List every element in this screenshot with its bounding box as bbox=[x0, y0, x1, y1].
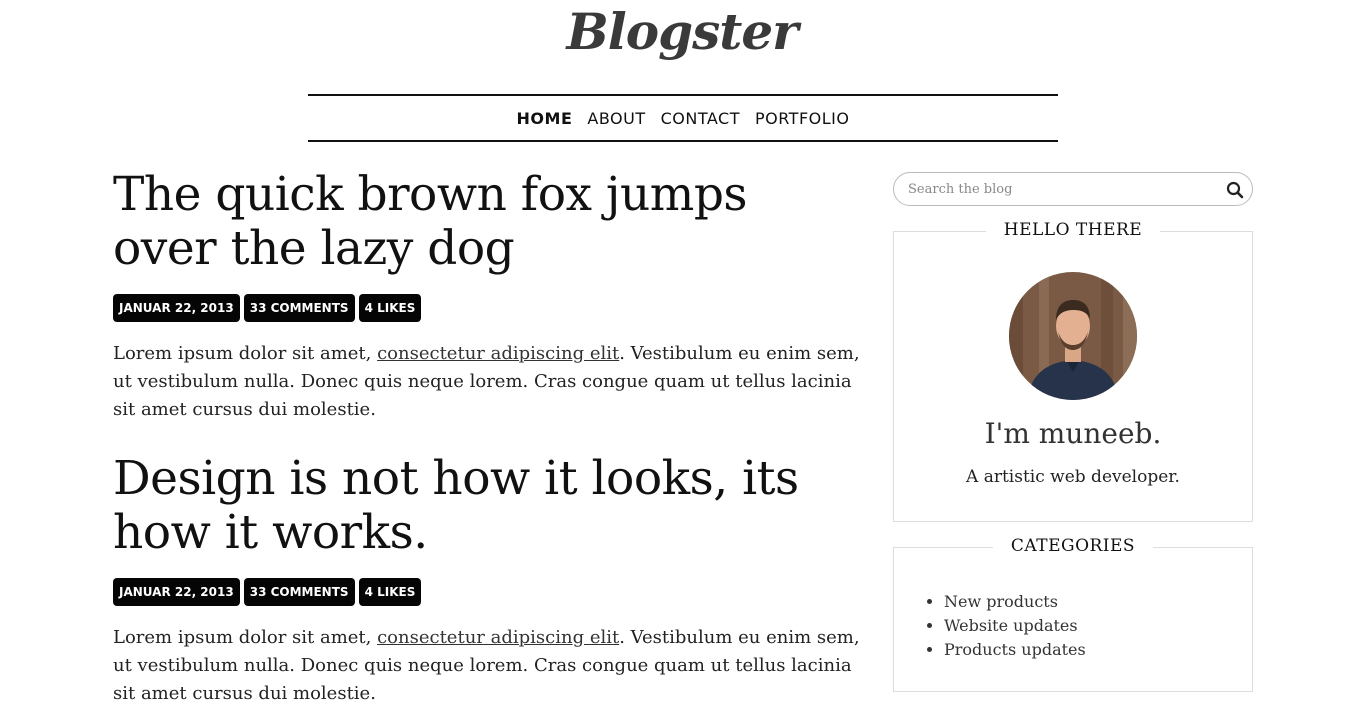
categories-widget-title: CATEGORIES bbox=[992, 536, 1154, 556]
widget-title: HELLO THERE bbox=[894, 220, 1252, 240]
post-excerpt: Lorem ipsum dolor sit amet, consectetur … bbox=[113, 624, 863, 708]
sidebar: HELLO THERE I'm muneeb. A artistic web d… bbox=[893, 172, 1253, 692]
about-widget-title: HELLO THERE bbox=[985, 220, 1161, 240]
post-likes-badge[interactable]: 4 LIKES bbox=[358, 294, 422, 322]
main-nav: HOME ABOUT CONTACT PORTFOLIO bbox=[308, 94, 1058, 142]
categories-widget: CATEGORIES New products Website updates … bbox=[893, 536, 1253, 692]
post: Design is not how it looks, its how it w… bbox=[113, 452, 863, 708]
post-title[interactable]: The quick brown fox jumps over the lazy … bbox=[113, 168, 863, 276]
about-description: A artistic web developer. bbox=[966, 467, 1180, 487]
post-date-badge: JANUAR 22, 2013 bbox=[113, 294, 240, 322]
post-title[interactable]: Design is not how it looks, its how it w… bbox=[113, 452, 863, 560]
post-meta: JANUAR 22, 2013 33 COMMENTS 4 LIKES bbox=[113, 578, 863, 606]
category-item[interactable]: Website updates bbox=[944, 614, 1086, 638]
category-item[interactable]: Products updates bbox=[944, 638, 1086, 662]
avatar bbox=[1009, 272, 1137, 400]
category-item[interactable]: New products bbox=[944, 590, 1086, 614]
post: The quick brown fox jumps over the lazy … bbox=[113, 168, 863, 424]
about-name: I'm muneeb. bbox=[984, 417, 1162, 450]
excerpt-text: Lorem ipsum dolor sit amet, bbox=[113, 343, 378, 364]
search-box bbox=[893, 172, 1253, 206]
post-comments-badge[interactable]: 33 COMMENTS bbox=[243, 294, 355, 322]
post-likes-badge[interactable]: 4 LIKES bbox=[358, 578, 422, 606]
post-comments-badge[interactable]: 33 COMMENTS bbox=[243, 578, 355, 606]
excerpt-text: Lorem ipsum dolor sit amet, bbox=[113, 627, 378, 648]
nav-about[interactable]: ABOUT bbox=[587, 109, 645, 128]
widget-title: CATEGORIES bbox=[894, 536, 1252, 556]
excerpt-link[interactable]: consectetur adipiscing elit bbox=[377, 343, 619, 364]
excerpt-link[interactable]: consectetur adipiscing elit bbox=[377, 627, 619, 648]
post-list: The quick brown fox jumps over the lazy … bbox=[113, 168, 863, 708]
post-excerpt: Lorem ipsum dolor sit amet, consectetur … bbox=[113, 340, 863, 424]
post-meta: JANUAR 22, 2013 33 COMMENTS 4 LIKES bbox=[113, 294, 863, 322]
avatar-image bbox=[1009, 272, 1137, 400]
site-logo[interactable]: Blogster bbox=[0, 2, 1364, 61]
search-input[interactable] bbox=[906, 173, 1206, 205]
search-icon[interactable] bbox=[1225, 180, 1245, 200]
category-list: New products Website updates Products up… bbox=[926, 590, 1086, 662]
about-widget: HELLO THERE I'm muneeb. A artistic web d… bbox=[893, 220, 1253, 522]
post-date-badge: JANUAR 22, 2013 bbox=[113, 578, 240, 606]
nav-contact[interactable]: CONTACT bbox=[661, 109, 740, 128]
nav-portfolio[interactable]: PORTFOLIO bbox=[755, 109, 850, 128]
nav-home[interactable]: HOME bbox=[517, 109, 573, 128]
